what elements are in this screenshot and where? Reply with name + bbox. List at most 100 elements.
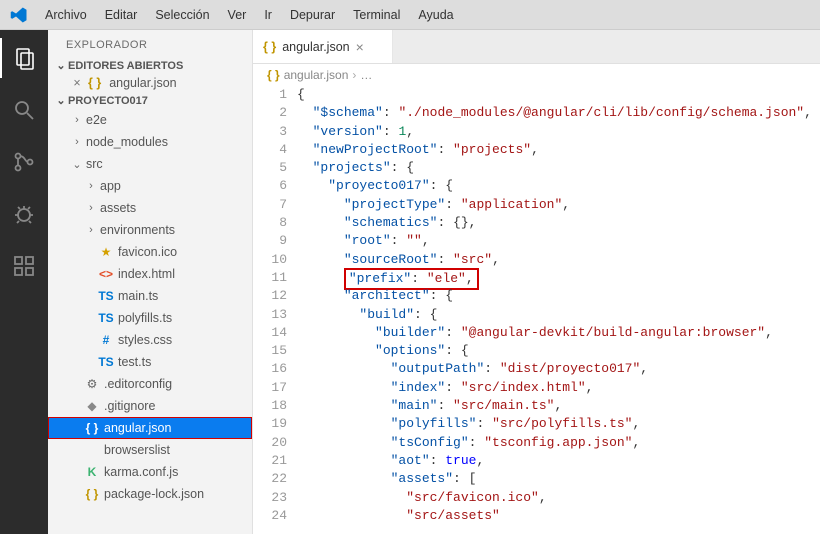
line-number: 1: [253, 86, 287, 104]
code-line[interactable]: "projectType": "application",: [297, 196, 820, 214]
code-line[interactable]: "aot": true,: [297, 452, 820, 470]
tab-label: angular.json: [282, 40, 349, 54]
line-number: 11: [253, 269, 287, 287]
tree-label: favicon.ico: [118, 245, 177, 259]
code-line[interactable]: "root": "",: [297, 232, 820, 250]
file-test-ts[interactable]: TS test.ts: [48, 351, 252, 373]
ts-icon: TS: [98, 289, 114, 303]
line-number: 12: [253, 287, 287, 305]
code-line[interactable]: "polyfills": "src/polyfills.ts",: [297, 415, 820, 433]
menu-ir[interactable]: Ir: [255, 4, 281, 26]
code-line[interactable]: "src/assets": [297, 507, 820, 525]
menu-archivo[interactable]: Archivo: [36, 4, 96, 26]
chevron-right-icon: ›: [84, 180, 98, 192]
tree-label: test.ts: [118, 355, 151, 369]
folder-e2e[interactable]: ›e2e: [48, 109, 252, 131]
code-line[interactable]: "schematics": {},: [297, 214, 820, 232]
line-number: 21: [253, 452, 287, 470]
code-line[interactable]: "builder": "@angular-devkit/build-angula…: [297, 324, 820, 342]
code-line[interactable]: {: [297, 86, 820, 104]
file-index-html[interactable]: <>index.html: [48, 263, 252, 285]
tree-label: package-lock.json: [104, 487, 204, 501]
tree-label: src: [86, 157, 103, 171]
tree-label: node_modules: [86, 135, 168, 149]
file-polyfills-ts[interactable]: TS polyfills.ts: [48, 307, 252, 329]
code-content[interactable]: { "$schema": "./node_modules/@angular/cl…: [297, 86, 820, 534]
line-number: 13: [253, 306, 287, 324]
json-icon: { }: [267, 68, 280, 82]
line-number: 24: [253, 507, 287, 525]
breadcrumbs[interactable]: { } angular.json › …: [253, 64, 820, 86]
line-number: 8: [253, 214, 287, 232]
open-editors-label: EDITORES ABIERTOS: [68, 60, 183, 72]
code-editor[interactable]: 123456789101112131415161718192021222324 …: [253, 86, 820, 534]
css-icon: #: [98, 333, 114, 347]
code-line[interactable]: "tsConfig": "tsconfig.app.json",: [297, 434, 820, 452]
code-line[interactable]: "architect": {: [297, 287, 820, 305]
tab-angular-json[interactable]: { } angular.json ×: [253, 30, 393, 63]
open-editors-header[interactable]: ⌄ EDITORES ABIERTOS: [48, 57, 252, 74]
line-number-gutter: 123456789101112131415161718192021222324: [253, 86, 297, 534]
folder-app[interactable]: ›app: [48, 175, 252, 197]
search-icon[interactable]: [0, 90, 48, 130]
folder-node-modules[interactable]: ›node_modules: [48, 131, 252, 153]
tree-label: e2e: [86, 113, 107, 127]
code-line[interactable]: "prefix": "ele",: [297, 269, 820, 287]
folder-environments[interactable]: ›environments: [48, 219, 252, 241]
open-editor-row[interactable]: × { } angular.json: [48, 74, 252, 92]
code-line[interactable]: "projects": {: [297, 159, 820, 177]
file-angular-json[interactable]: { }angular.json: [48, 417, 252, 439]
file-styles-css[interactable]: # styles.css: [48, 329, 252, 351]
tree-label: styles.css: [118, 333, 172, 347]
project-header-label: PROYECTO017: [68, 95, 148, 107]
explorer-icon[interactable]: [0, 38, 48, 78]
code-line[interactable]: "build": {: [297, 306, 820, 324]
menu-editar[interactable]: Editar: [96, 4, 147, 26]
file-main-ts[interactable]: TSmain.ts: [48, 285, 252, 307]
menu-ver[interactable]: Ver: [219, 4, 256, 26]
line-number: 4: [253, 141, 287, 159]
file-browserslist[interactable]: browserslist: [48, 439, 252, 461]
extensions-icon[interactable]: [0, 246, 48, 286]
code-line[interactable]: "proyecto017": {: [297, 177, 820, 195]
line-number: 16: [253, 360, 287, 378]
project-header[interactable]: ⌄ PROYECTO017: [48, 92, 252, 109]
code-line[interactable]: "main": "src/main.ts",: [297, 397, 820, 415]
tree-label: polyfills.ts: [118, 311, 172, 325]
code-line[interactable]: "$schema": "./node_modules/@angular/cli/…: [297, 104, 820, 122]
file-gitignore[interactable]: ◆.gitignore: [48, 395, 252, 417]
file-package-lock[interactable]: { }package-lock.json: [48, 483, 252, 505]
debug-icon[interactable]: [0, 194, 48, 234]
json-icon: { }: [84, 421, 100, 435]
line-number: 5: [253, 159, 287, 177]
menu-terminal[interactable]: Terminal: [344, 4, 409, 26]
html-icon: <>: [98, 267, 114, 281]
close-icon[interactable]: ×: [356, 39, 364, 55]
scm-icon[interactable]: [0, 142, 48, 182]
tree-label: .gitignore: [104, 399, 155, 413]
file-favicon[interactable]: ★ favicon.ico: [48, 241, 252, 263]
code-line[interactable]: "index": "src/index.html",: [297, 379, 820, 397]
ts-icon: TS: [98, 311, 114, 325]
code-line[interactable]: "outputPath": "dist/proyecto017",: [297, 360, 820, 378]
folder-src[interactable]: ⌄src: [48, 153, 252, 175]
code-line[interactable]: "sourceRoot": "src",: [297, 251, 820, 269]
activity-bar: [0, 30, 48, 534]
file-editorconfig[interactable]: ⚙.editorconfig: [48, 373, 252, 395]
menu-ayuda[interactable]: Ayuda: [409, 4, 462, 26]
code-line[interactable]: "src/favicon.ico",: [297, 489, 820, 507]
menu-selección[interactable]: Selección: [146, 4, 218, 26]
file-karma-conf[interactable]: Kkarma.conf.js: [48, 461, 252, 483]
code-line[interactable]: "version": 1,: [297, 123, 820, 141]
menu-depurar[interactable]: Depurar: [281, 4, 344, 26]
vscode-logo-icon: [10, 6, 28, 24]
favicon-icon: ★: [98, 245, 114, 259]
code-line[interactable]: "options": {: [297, 342, 820, 360]
folder-assets[interactable]: ›assets: [48, 197, 252, 219]
line-number: 9: [253, 232, 287, 250]
code-line[interactable]: "assets": [: [297, 470, 820, 488]
code-line[interactable]: "newProjectRoot": "projects",: [297, 141, 820, 159]
chevron-right-icon: ›: [70, 114, 84, 126]
close-icon[interactable]: ×: [70, 76, 84, 90]
ts-icon: TS: [98, 355, 114, 369]
